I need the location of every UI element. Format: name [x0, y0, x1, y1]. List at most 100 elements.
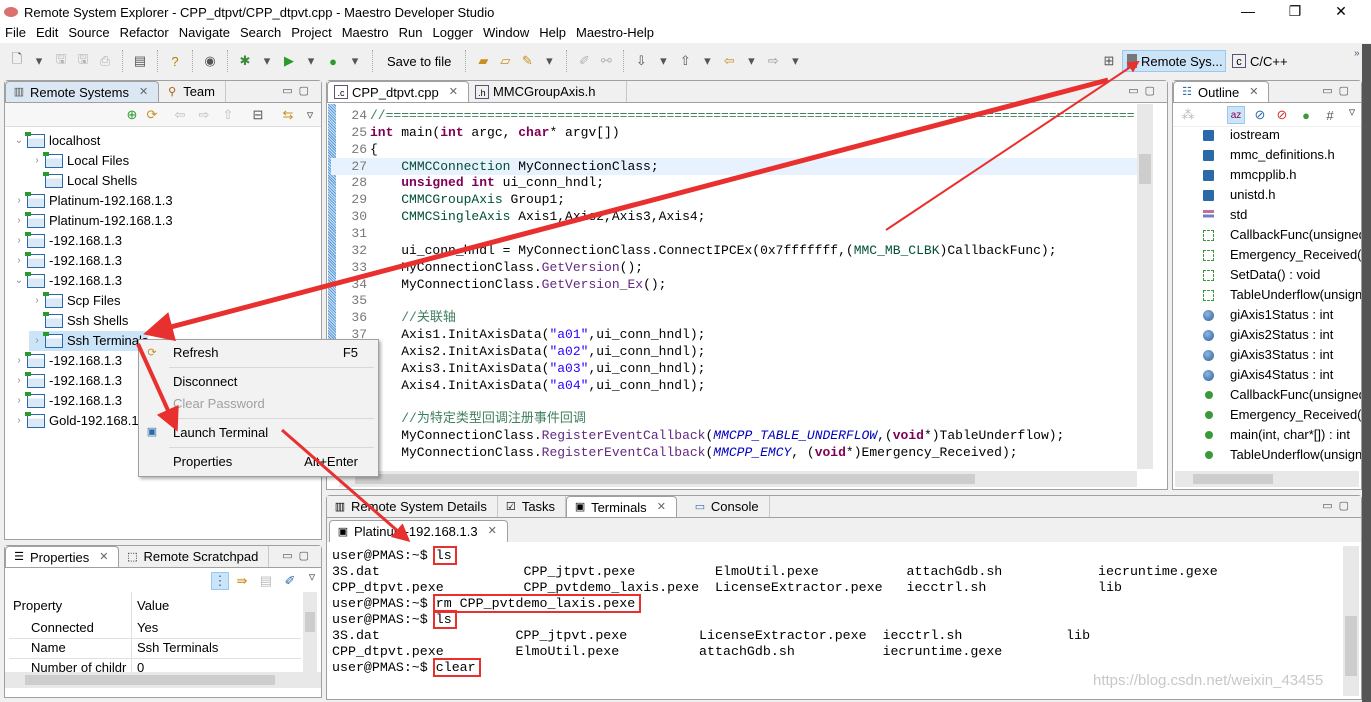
link-icon[interactable]: ⚯ — [597, 52, 615, 70]
up-icon[interactable]: ⇧ — [219, 106, 237, 124]
horizontal-scrollbar[interactable] — [5, 672, 321, 688]
close-button[interactable]: ✕ — [1318, 0, 1364, 24]
refresh-icon[interactable]: ⟳ — [143, 106, 161, 124]
menu-file[interactable]: File — [0, 24, 31, 43]
tree-item[interactable]: Local Shells — [29, 171, 137, 191]
minimize-maximize-icon[interactable]: ▭▢ — [1128, 84, 1161, 97]
menu-item-launch-terminal[interactable]: Launch Terminal — [173, 425, 268, 440]
outline-item[interactable]: unistd.h — [1173, 185, 1361, 205]
group-icon[interactable]: ⁂ — [1179, 106, 1197, 124]
outline-item[interactable]: mmcpplib.h — [1173, 165, 1361, 185]
close-tab-icon[interactable]: ✕ — [1249, 82, 1258, 103]
menu-source[interactable]: Source — [63, 24, 114, 43]
prev-annotation-icon[interactable]: ⇧ — [676, 52, 694, 70]
hide-fields-icon[interactable]: ⊘ — [1251, 106, 1269, 124]
code-editor[interactable]: 24//====================================… — [331, 107, 1141, 467]
tree-item[interactable]: Ssh Shells — [29, 311, 128, 331]
outline-item[interactable]: giAxis2Status : int — [1173, 325, 1361, 345]
outline-horizontal-scrollbar[interactable] — [1175, 471, 1359, 487]
dropdown-icon[interactable]: ▾ — [742, 52, 760, 70]
show-categories-icon[interactable]: ⋮ — [211, 572, 229, 590]
menu-item-disconnect[interactable]: Disconnect — [173, 374, 237, 389]
tab-properties[interactable]: ☰ Properties ✕ — [5, 546, 120, 568]
tab-remote-system-details[interactable]: ▥ Remote System Details — [327, 496, 498, 517]
dropdown-icon[interactable]: ▾ — [302, 52, 320, 70]
tab-remote-scratchpad[interactable]: ⬚ Remote Scratchpad — [119, 546, 270, 567]
view-menu-icon[interactable]: ▿ — [303, 568, 321, 586]
menu-edit[interactable]: Edit — [31, 24, 63, 43]
vertical-scrollbar[interactable] — [303, 592, 317, 672]
link-with-editor-icon[interactable]: ⇆ — [279, 106, 297, 124]
outline-item[interactable]: TableUnderflow(unsign — [1173, 445, 1361, 465]
menu-search[interactable]: Search — [235, 24, 286, 43]
close-tab-icon[interactable]: ✕ — [139, 82, 148, 103]
debug-icon[interactable]: ✱ — [236, 52, 254, 70]
close-tab-icon[interactable]: ✕ — [449, 82, 458, 103]
open-folder-icon[interactable]: ▰ — [474, 52, 492, 70]
terminal-vertical-scrollbar[interactable] — [1343, 546, 1359, 696]
property-value[interactable]: Ssh Terminals — [137, 640, 218, 655]
close-tab-icon[interactable]: ✕ — [99, 547, 108, 568]
tab-terminals[interactable]: ▣ Terminals ✕ — [566, 496, 677, 517]
editor-horizontal-scrollbar[interactable] — [339, 471, 1137, 487]
outline-item[interactable]: giAxis3Status : int — [1173, 345, 1361, 365]
tree-item[interactable]: › -192.168.1.3 — [11, 391, 122, 411]
forward-icon[interactable]: ⇨ — [195, 106, 213, 124]
menu-maestro-help[interactable]: Maestro-Help — [571, 24, 659, 43]
dropdown-icon[interactable]: ▾ — [698, 52, 716, 70]
menu-item-refresh[interactable]: Refresh — [173, 345, 219, 360]
outline-item[interactable]: iostream — [1173, 127, 1361, 145]
dropdown-icon[interactable]: ▾ — [540, 52, 558, 70]
tree-item[interactable]: › Platinum-192.168.1.3 — [11, 211, 173, 231]
open-file-icon[interactable]: ▱ — [496, 52, 514, 70]
tab-cpp-dtpvt[interactable]: .c CPP_dtpvt.cpp ✕ — [327, 81, 469, 102]
next-annotation-icon[interactable]: ⇩ — [632, 52, 650, 70]
menu-navigate[interactable]: Navigate — [174, 24, 235, 43]
tree-item[interactable]: › -192.168.1.3 — [11, 231, 122, 251]
outline-item[interactable]: giAxis1Status : int — [1173, 305, 1361, 325]
pen-icon[interactable]: ✎ — [518, 52, 536, 70]
external-tools-icon[interactable]: ● — [324, 52, 342, 70]
dropdown-icon[interactable]: ▾ — [30, 52, 48, 70]
dropdown-icon[interactable]: ▾ — [654, 52, 672, 70]
run-icon[interactable]: ▶ — [280, 52, 298, 70]
hide-non-public-icon[interactable]: ● — [1297, 106, 1315, 124]
tree-item[interactable]: › Ssh Terminals — [29, 331, 149, 351]
save-to-file-button[interactable]: Save to file — [381, 54, 457, 69]
tree-item[interactable]: ⌄ -192.168.1.3 — [11, 271, 122, 291]
tab-team[interactable]: ⚲ Team — [159, 81, 226, 102]
tree-item[interactable]: › -192.168.1.3 — [11, 351, 122, 371]
back-icon[interactable]: ⇦ — [720, 52, 738, 70]
minimize-maximize-icon[interactable]: ▭▢ — [282, 549, 315, 562]
menu-logger[interactable]: Logger — [428, 24, 478, 43]
outline-item[interactable]: Emergency_Received(u — [1173, 245, 1361, 265]
tree-item[interactable]: › Gold-192.168.1.3 — [11, 411, 149, 431]
hide-macros-icon[interactable]: # — [1321, 106, 1339, 124]
tab-console[interactable]: ▭ Console — [677, 496, 770, 517]
save-icon[interactable]: 🖫 — [52, 51, 70, 70]
network-icon[interactable]: ◉ — [201, 52, 219, 70]
minimize-button[interactable]: — — [1225, 0, 1271, 24]
outline-item[interactable]: TableUnderflow(unsign — [1173, 285, 1361, 305]
new-icon[interactable]: 🗋 — [8, 51, 26, 70]
tree-item[interactable]: › Local Files — [29, 151, 129, 171]
pin-icon[interactable]: ✐ — [281, 572, 299, 590]
tree-item[interactable]: › Platinum-192.168.1.3 — [11, 191, 173, 211]
perspective-remote-systems[interactable]: Remote Sys... — [1122, 50, 1226, 72]
terminal-output[interactable]: user@PMAS:~$ ls 3S.dat CPP_jtpvt.pexe Elm… — [327, 542, 1361, 692]
outline-item[interactable]: CallbackFunc(unsigned — [1173, 225, 1361, 245]
menu-run[interactable]: Run — [394, 24, 428, 43]
tab-outline[interactable]: ☷ Outline ✕ — [1173, 81, 1270, 103]
menu-window[interactable]: Window — [478, 24, 534, 43]
binary-file-icon[interactable]: ▤ — [131, 52, 149, 70]
editor-vertical-scrollbar[interactable] — [1137, 104, 1153, 469]
outline-item[interactable]: Emergency_Received(u — [1173, 405, 1361, 425]
dropdown-icon[interactable]: ▾ — [786, 52, 804, 70]
open-perspective-icon[interactable]: ⊞ — [1100, 52, 1118, 70]
menu-help[interactable]: Help — [534, 24, 571, 43]
view-menu-icon[interactable]: ▿ — [301, 106, 319, 124]
tree-item[interactable]: ⌄ localhost — [11, 131, 100, 151]
minimize-maximize-icon[interactable]: ▭▢ — [1322, 84, 1355, 97]
tab-mmcgroupaxis[interactable]: .h MMCGroupAxis.h — [469, 81, 627, 102]
back-icon[interactable]: ⇦ — [171, 106, 189, 124]
